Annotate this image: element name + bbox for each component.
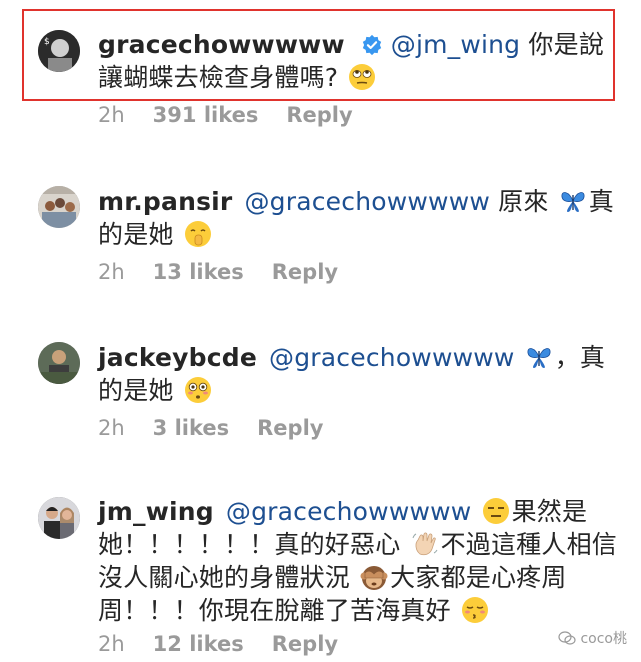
avatar[interactable] xyxy=(38,186,80,228)
avatar[interactable]: $ xyxy=(38,30,80,72)
avatar[interactable] xyxy=(38,497,80,539)
flushed-face-emoji-icon xyxy=(184,377,211,403)
expressionless-face-emoji-icon xyxy=(482,498,509,524)
svg-text:$: $ xyxy=(44,37,50,47)
mention-link[interactable]: @gracechowwwww xyxy=(226,497,472,526)
verified-badge-icon xyxy=(362,34,381,56)
comment-text: jm_wing @gracechowwwww 果然是她！！！！！！真的好惡心 不過… xyxy=(98,495,618,627)
kissing-face-emoji-icon xyxy=(461,597,488,623)
butterfly-emoji-icon xyxy=(561,192,585,212)
comment-meta: 2h 3 likes Reply xyxy=(98,416,351,440)
likes-count[interactable]: 3 likes xyxy=(153,416,229,440)
comment-text: jackeybcde @gracechowwwww ，真的是她 xyxy=(98,341,618,407)
waving-hand-emoji-icon xyxy=(412,532,438,556)
comment-meta: 2h 391 likes Reply xyxy=(98,103,381,127)
eye-roll-emoji-icon xyxy=(349,64,376,90)
reply-button[interactable]: Reply xyxy=(257,416,323,440)
reply-button[interactable]: Reply xyxy=(272,260,338,284)
comment-time: 2h xyxy=(98,416,125,440)
comment-meta: 2h 13 likes Reply xyxy=(98,260,366,284)
comment-username[interactable]: jm_wing xyxy=(98,497,214,526)
shushing-face-emoji-icon xyxy=(184,221,211,247)
see-no-evil-monkey-emoji-icon xyxy=(360,566,388,590)
comment-time: 2h xyxy=(98,260,125,284)
comment-username[interactable]: jackeybcde xyxy=(98,343,257,372)
comment-username[interactable]: mr.pansir xyxy=(98,187,232,216)
butterfly-emoji-icon xyxy=(527,348,551,368)
watermark-text: coco桃 xyxy=(580,631,627,647)
wechat-icon xyxy=(558,631,577,645)
comment-text: mr.pansir @gracechowwwww 原來 真的是她 xyxy=(98,185,618,251)
comment-meta: 2h 12 likes Reply xyxy=(98,632,366,656)
mention-link[interactable]: @gracechowwwww xyxy=(244,187,490,216)
watermark: coco桃 xyxy=(558,628,627,648)
comment-time: 2h xyxy=(98,632,125,656)
likes-count[interactable]: 391 likes xyxy=(153,103,259,127)
likes-count[interactable]: 13 likes xyxy=(153,260,244,284)
comment-message: 原來 xyxy=(489,187,549,216)
comment-time: 2h xyxy=(98,103,125,127)
comment-username[interactable]: gracechowwwww xyxy=(98,30,345,59)
mention-link[interactable]: @gracechowwwww xyxy=(269,343,515,372)
comment-text: gracechowwwww @jm_wing 你是說讓蝴蝶去檢查身體嗎? xyxy=(98,28,618,94)
reply-button[interactable]: Reply xyxy=(272,632,338,656)
mention-link[interactable]: @jm_wing xyxy=(391,30,521,59)
likes-count[interactable]: 12 likes xyxy=(153,632,244,656)
reply-button[interactable]: Reply xyxy=(286,103,352,127)
avatar[interactable] xyxy=(38,342,80,384)
